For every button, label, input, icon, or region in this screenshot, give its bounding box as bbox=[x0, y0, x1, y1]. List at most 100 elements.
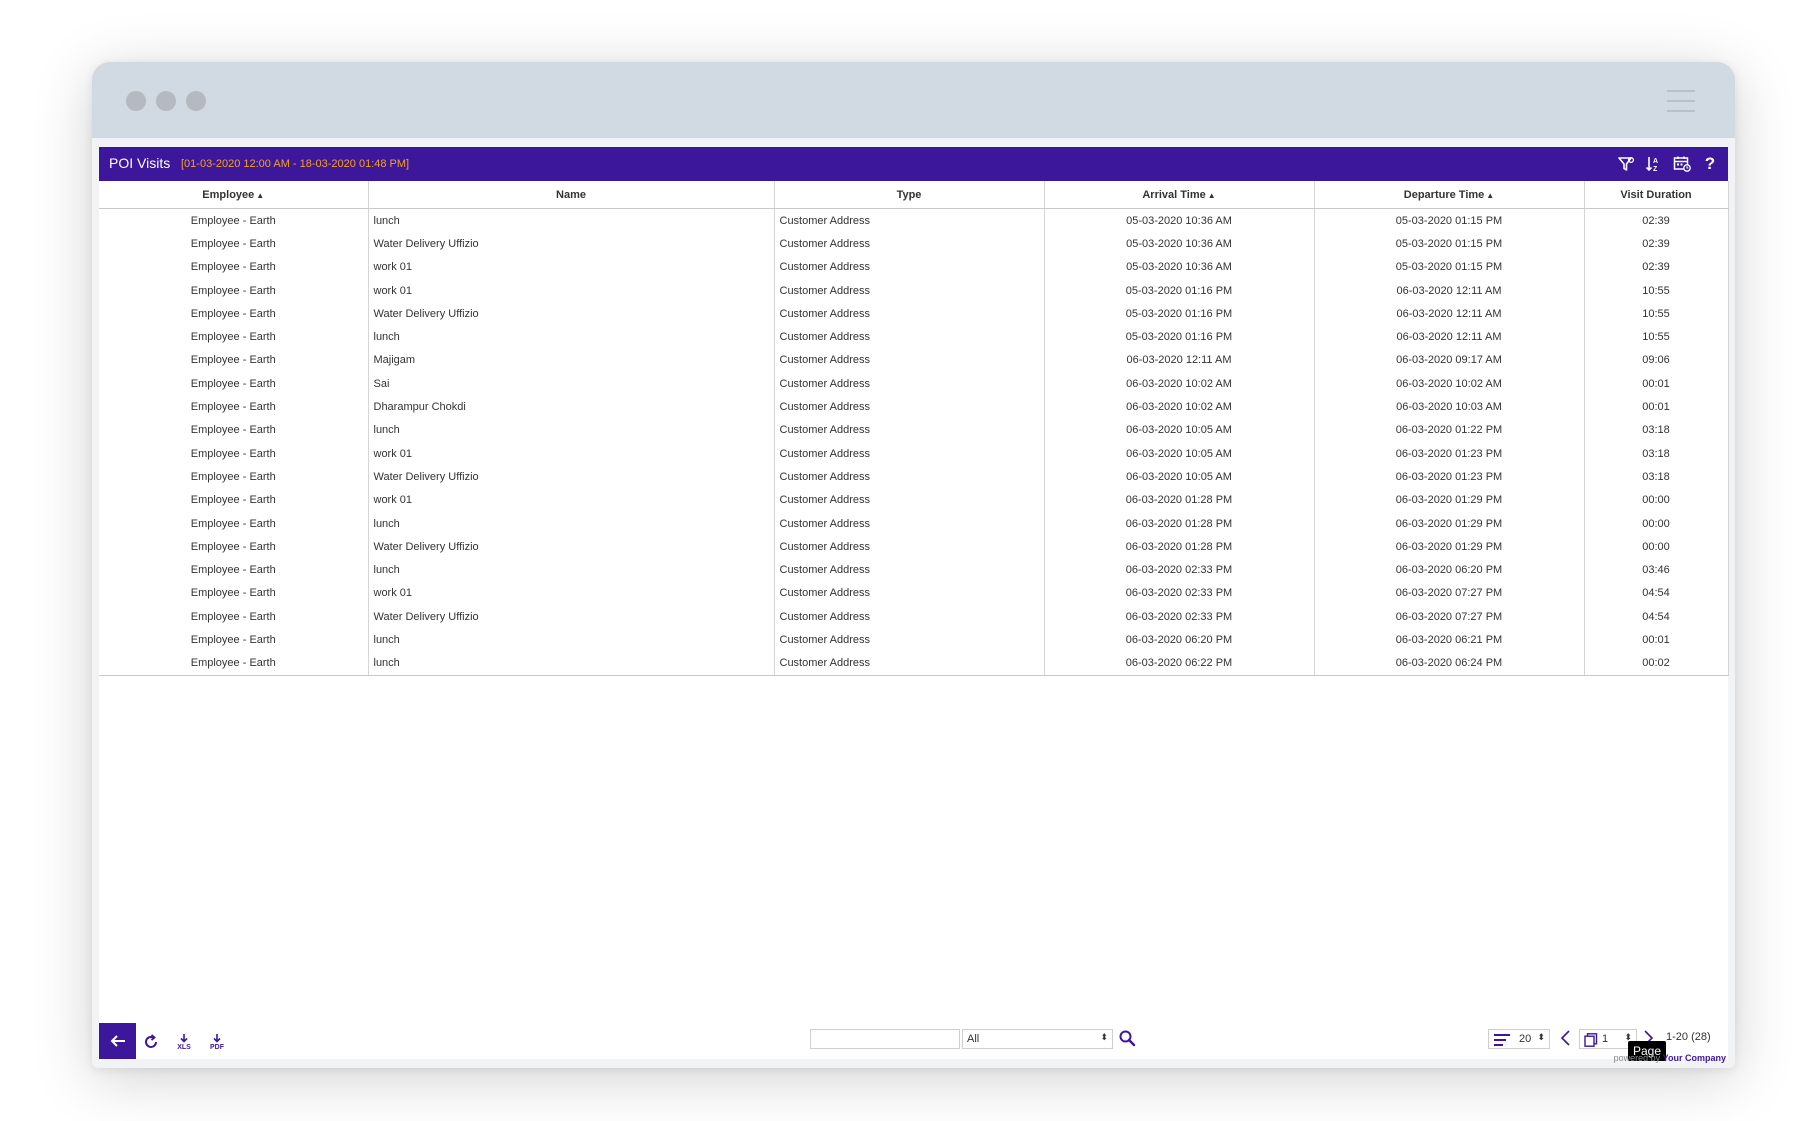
table-row[interactable]: Employee - Earth Water Delivery Uffizio Cu… bbox=[99, 302, 1729, 326]
column-header-name[interactable]: Name bbox=[368, 181, 775, 209]
cell-visit-duration: 03:46 bbox=[1584, 558, 1729, 582]
cell-departure-time: 05-03-2020 01:15 PM bbox=[1314, 232, 1585, 256]
cell-arrival-time: 06-03-2020 06:20 PM bbox=[1044, 628, 1315, 652]
cell-type: Customer Address bbox=[774, 558, 1045, 582]
cell-employee: Employee - Earth bbox=[99, 511, 369, 536]
cell-arrival-time: 05-03-2020 10:36 AM bbox=[1044, 255, 1315, 279]
table-row[interactable]: Employee - Earth lunch Customer Address 05-… bbox=[99, 325, 1729, 349]
table-row[interactable]: Employee - Earth lunch Customer Address 06-… bbox=[99, 418, 1729, 442]
search-input[interactable] bbox=[810, 1029, 960, 1049]
table-row[interactable]: Employee - Earth Water Delivery Uffizio Cu… bbox=[99, 232, 1729, 256]
calendar-icon[interactable] bbox=[1672, 153, 1692, 175]
cell-visit-duration: 00:01 bbox=[1584, 628, 1729, 652]
cell-arrival-time: 05-03-2020 01:16 PM bbox=[1044, 278, 1315, 303]
cell-departure-time: 06-03-2020 01:23 PM bbox=[1314, 465, 1585, 489]
cell-name: Water Delivery Uffizio bbox=[368, 535, 775, 559]
cell-visit-duration: 00:00 bbox=[1584, 488, 1729, 512]
hamburger-menu-icon[interactable] bbox=[1667, 90, 1695, 112]
search-filter-select[interactable]: All ⬍ bbox=[962, 1029, 1113, 1049]
table-row[interactable]: Employee - Earth work 01 Customer Address 0… bbox=[99, 278, 1729, 303]
help-icon[interactable]: ? bbox=[1700, 153, 1720, 175]
table-row[interactable]: Employee - Earth work 01 Customer Address 0… bbox=[99, 441, 1729, 466]
column-header-employee[interactable]: Employee ▲ bbox=[99, 181, 369, 209]
cell-name: work 01 bbox=[368, 278, 775, 303]
cell-type: Customer Address bbox=[774, 605, 1045, 629]
table-row[interactable]: Employee - Earth lunch Customer Address 06-… bbox=[99, 558, 1729, 582]
cell-type: Customer Address bbox=[774, 418, 1045, 442]
cell-employee: Employee - Earth bbox=[99, 395, 369, 419]
cell-employee: Employee - Earth bbox=[99, 325, 369, 349]
column-header-visit-duration[interactable]: Visit Duration bbox=[1584, 181, 1729, 209]
poi-visits-table: Employee ▲ Name Type Arrival Time ▲ Depart… bbox=[99, 181, 1729, 676]
cell-name: lunch bbox=[368, 558, 775, 582]
cell-employee: Employee - Earth bbox=[99, 372, 369, 396]
back-arrow-icon bbox=[110, 1035, 125, 1047]
chevron-left-icon[interactable] bbox=[1559, 1027, 1573, 1054]
cell-visit-duration: 00:01 bbox=[1584, 395, 1729, 419]
column-header-arrival-time[interactable]: Arrival Time ▲ bbox=[1044, 181, 1315, 209]
cell-arrival-time: 06-03-2020 12:11 AM bbox=[1044, 348, 1315, 373]
table-row[interactable]: Employee - Earth lunch Customer Address 06-… bbox=[99, 651, 1729, 676]
page-icon bbox=[1584, 1033, 1598, 1047]
cell-visit-duration: 10:55 bbox=[1584, 278, 1729, 303]
svg-text:Z: Z bbox=[1653, 166, 1658, 173]
table-row[interactable]: Employee - Earth Majigam Customer Address 0… bbox=[99, 348, 1729, 373]
table-row[interactable]: Employee - Earth work 01 Customer Address 0… bbox=[99, 581, 1729, 606]
search-icon[interactable] bbox=[1118, 1029, 1136, 1052]
cell-arrival-time: 06-03-2020 02:33 PM bbox=[1044, 558, 1315, 582]
cell-type: Customer Address bbox=[774, 208, 1045, 233]
cell-departure-time: 06-03-2020 01:23 PM bbox=[1314, 441, 1585, 466]
table-row[interactable]: Employee - Earth lunch Customer Address 05-… bbox=[99, 208, 1729, 233]
cell-name: work 01 bbox=[368, 488, 775, 512]
table-row[interactable]: Employee - Earth work 01 Customer Address 0… bbox=[99, 488, 1729, 512]
table-row[interactable]: Employee - Earth lunch Customer Address 06-… bbox=[99, 511, 1729, 536]
cell-visit-duration: 04:54 bbox=[1584, 581, 1729, 606]
window-dot-close[interactable] bbox=[126, 91, 146, 111]
cell-arrival-time: 06-03-2020 10:05 AM bbox=[1044, 465, 1315, 489]
download-xls-icon[interactable]: XLS bbox=[173, 1031, 195, 1053]
cell-name: Sai bbox=[368, 372, 775, 396]
refresh-icon[interactable] bbox=[140, 1031, 162, 1053]
column-header-type[interactable]: Type bbox=[774, 181, 1045, 209]
cell-departure-time: 06-03-2020 12:11 AM bbox=[1314, 325, 1585, 349]
cell-name: lunch bbox=[368, 208, 775, 233]
table-row[interactable]: Employee - Earth Water Delivery Uffizio Cu… bbox=[99, 535, 1729, 559]
cell-employee: Employee - Earth bbox=[99, 558, 369, 582]
rows-per-page-select[interactable]: 20 ⬍ bbox=[1488, 1029, 1550, 1049]
filter-icon[interactable] bbox=[1616, 153, 1636, 175]
cell-type: Customer Address bbox=[774, 348, 1045, 373]
company-link[interactable]: Your Company bbox=[1663, 1053, 1726, 1063]
cell-name: Water Delivery Uffizio bbox=[368, 232, 775, 256]
browser-window: POI Visits [01-03-2020 12:00 AM - 18-03-… bbox=[92, 62, 1735, 1068]
cell-employee: Employee - Earth bbox=[99, 278, 369, 303]
cell-departure-time: 06-03-2020 09:17 AM bbox=[1314, 348, 1585, 373]
sort-icon[interactable]: AZ bbox=[1644, 153, 1664, 175]
download-pdf-icon[interactable]: PDF bbox=[206, 1031, 228, 1053]
table-row[interactable]: Employee - Earth Dharampur Chokdi Customer… bbox=[99, 395, 1729, 419]
table-row[interactable]: Employee - Earth Water Delivery Uffizio Cu… bbox=[99, 605, 1729, 629]
cell-arrival-time: 06-03-2020 06:22 PM bbox=[1044, 651, 1315, 676]
back-button[interactable] bbox=[99, 1023, 136, 1059]
table-row[interactable]: Employee - Earth lunch Customer Address 06-… bbox=[99, 628, 1729, 652]
cell-type: Customer Address bbox=[774, 651, 1045, 676]
powered-by: powered by Your Company bbox=[1613, 1053, 1726, 1063]
table-row[interactable]: Employee - Earth Sai Customer Address 06-03… bbox=[99, 372, 1729, 396]
window-dot-maximize[interactable] bbox=[186, 91, 206, 111]
cell-employee: Employee - Earth bbox=[99, 441, 369, 466]
page-number-value: 1 bbox=[1602, 1033, 1609, 1045]
cell-departure-time: 06-03-2020 07:27 PM bbox=[1314, 581, 1585, 606]
cell-departure-time: 06-03-2020 01:22 PM bbox=[1314, 418, 1585, 442]
cell-type: Customer Address bbox=[774, 232, 1045, 256]
cell-type: Customer Address bbox=[774, 372, 1045, 396]
cell-arrival-time: 05-03-2020 01:16 PM bbox=[1044, 302, 1315, 326]
table-row[interactable]: Employee - Earth work 01 Customer Address 0… bbox=[99, 255, 1729, 279]
column-header-departure-time[interactable]: Departure Time ▲ bbox=[1314, 181, 1585, 209]
window-dot-minimize[interactable] bbox=[156, 91, 176, 111]
svg-text:A: A bbox=[1653, 158, 1658, 165]
cell-visit-duration: 10:55 bbox=[1584, 325, 1729, 349]
cell-visit-duration: 03:18 bbox=[1584, 465, 1729, 489]
cell-employee: Employee - Earth bbox=[99, 255, 369, 279]
search-filter-value: All bbox=[967, 1033, 980, 1045]
cell-visit-duration: 00:00 bbox=[1584, 535, 1729, 559]
table-row[interactable]: Employee - Earth Water Delivery Uffizio Cu… bbox=[99, 465, 1729, 489]
